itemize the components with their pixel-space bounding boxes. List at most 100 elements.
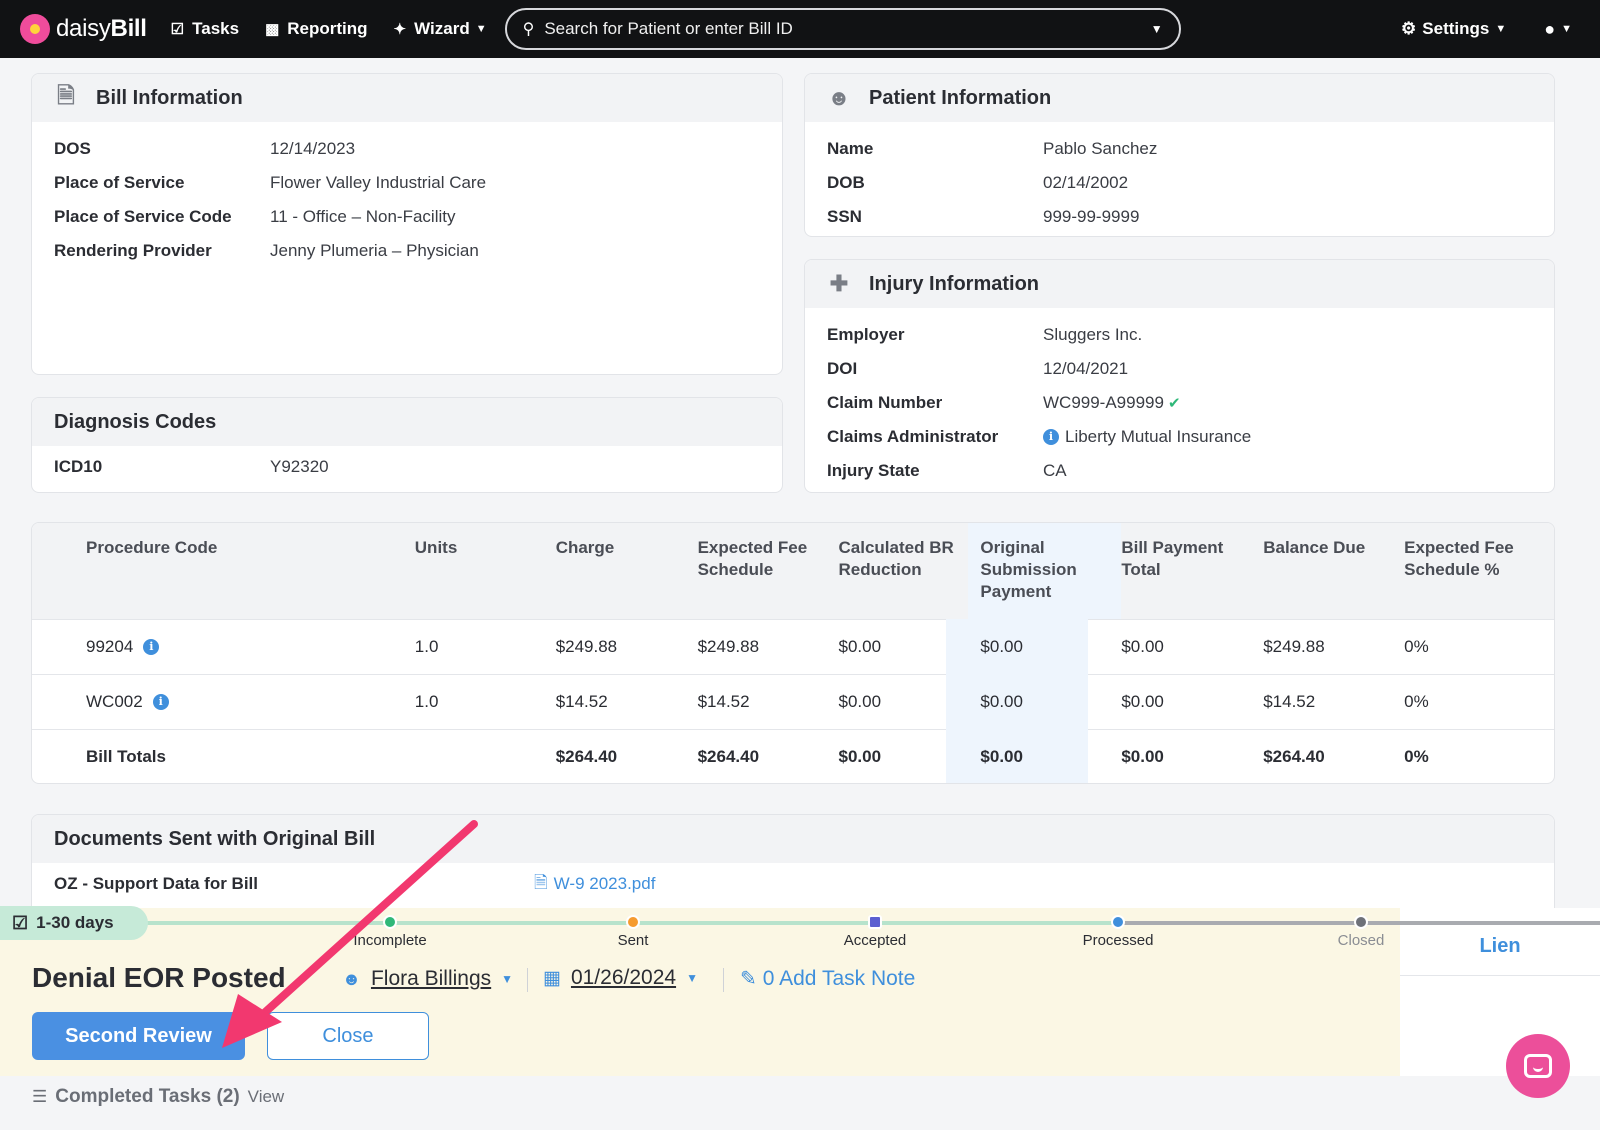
bill-information-panel: 🗎 Bill Information DOS 12/14/2023 Place o…	[31, 73, 783, 375]
bar-chart-icon: ▩	[265, 21, 280, 38]
column-header: Expected Fee Schedule	[697, 538, 808, 579]
calendar-icon: ▦	[543, 967, 561, 989]
procedure-table: Procedure Code Units Charge Expected Fee…	[31, 522, 1555, 784]
dollar-document-icon: 🗎	[57, 83, 75, 108]
doctor-icon: ☻	[827, 85, 851, 110]
bill-info-row: Place of Service Code 11 - Office – Non-F…	[54, 207, 456, 226]
step-label: Sent	[617, 932, 649, 949]
bandage-icon: ✚	[829, 271, 849, 296]
patient-information-panel: ☻ Patient Information Name Pablo Sanchez …	[804, 73, 1555, 237]
assignee-select[interactable]: ☻ Flora Billings ▼	[342, 967, 513, 991]
pdf-file-icon: 🗎	[534, 872, 548, 892]
search-placeholder: Search for Patient or enter Bill ID	[544, 19, 793, 38]
injury-information-panel: ✚ Injury Information Employer Sluggers In…	[804, 259, 1555, 493]
due-date-select[interactable]: ▦ 01/26/2024 ▼	[543, 966, 698, 990]
search-icon: ⚲	[522, 21, 535, 38]
list-icon: ☰	[32, 1087, 48, 1106]
step-label: Accepted	[843, 932, 907, 949]
documents-title: Documents Sent with Original Bill	[54, 827, 376, 850]
procedure-code: 99204	[86, 637, 134, 656]
injury-info-row: Claims Administrator i Liberty Mutual Insu…	[827, 427, 1252, 447]
info-icon[interactable]: i	[143, 639, 160, 655]
user-menu[interactable]: ● ▼	[1544, 19, 1572, 40]
patient-info-row: Name Pablo Sanchez	[827, 139, 1158, 158]
injury-info-row: DOI 12/04/2021	[827, 359, 1129, 378]
table-header: Procedure Code Units Charge Expected Fee…	[32, 523, 1554, 619]
close-button[interactable]: Close	[267, 1012, 429, 1060]
chevron-down-icon: ▼	[686, 971, 698, 985]
column-header: Procedure Code	[86, 538, 218, 557]
step-label: Processed	[1082, 932, 1154, 949]
step-label: Incomplete	[353, 932, 427, 949]
injury-info-row: Claim Number WC999-A99999 ✔	[827, 393, 1181, 412]
column-header: Expected Fee Schedule %	[1404, 538, 1514, 579]
diagnosis-codes-title: Diagnosis Codes	[54, 410, 217, 433]
search-input[interactable]: ⚲ Search for Patient or enter Bill ID ▼	[504, 8, 1181, 50]
column-header: Balance Due	[1263, 538, 1366, 557]
chevron-down-icon: ▼	[475, 23, 487, 35]
chat-launcher[interactable]	[1506, 1034, 1570, 1098]
task-side-panel	[1400, 908, 1600, 1076]
bill-info-row: Place of Service Flower Valley Industrial…	[54, 173, 487, 192]
user-avatar-icon: ●	[1544, 18, 1556, 39]
view-completed-link[interactable]: View	[248, 1087, 285, 1107]
brand-suffix: Bill	[110, 15, 147, 42]
patient-information-title: Patient Information	[869, 86, 1052, 109]
nav-wizard[interactable]: ✦ Wizard ▼	[394, 19, 487, 39]
add-task-note-link[interactable]: ✎ 0 Add Task Note	[740, 966, 915, 991]
diagnosis-row: ICD10 Y92320	[54, 457, 329, 476]
brand-prefix: daisy	[56, 15, 111, 42]
injury-information-title: Injury Information	[869, 272, 1039, 295]
magic-wand-icon: ✦	[393, 21, 407, 38]
second-review-button[interactable]: Second Review	[32, 1012, 245, 1060]
chevron-down-icon: ▼	[1495, 23, 1507, 35]
divider	[723, 968, 724, 992]
totals-row: Bill Totals $264.40 $264.40 $0.00 $0.00 …	[32, 729, 1554, 783]
settings-menu[interactable]: ⚙ Settings ▼	[1401, 19, 1506, 39]
clipboard-check-icon: ☑	[12, 912, 29, 933]
table-row: WC002 i 1.0 $14.52 $14.52 $0.00 $0.00 $0.…	[32, 674, 1554, 729]
chat-icon	[1524, 1054, 1552, 1078]
clipboard-check-icon: ☑	[170, 21, 185, 38]
bill-information-title: Bill Information	[96, 86, 243, 109]
procedure-code: WC002	[86, 692, 143, 711]
daisy-flower-icon	[20, 14, 50, 44]
gear-icon: ⚙	[1401, 19, 1417, 38]
nav-wizard-label: Wizard	[414, 19, 470, 38]
patient-info-row: SSN 999-99-9999	[827, 207, 1140, 226]
chevron-down-icon: ▼	[1561, 23, 1572, 35]
step-closed-dot-icon	[1354, 915, 1368, 929]
claims-administrator-link[interactable]: Liberty Mutual Insurance	[1065, 427, 1251, 447]
info-icon[interactable]: i	[1043, 429, 1059, 445]
user-icon: ☻	[342, 968, 361, 989]
chevron-down-icon[interactable]: ▼	[1151, 22, 1163, 36]
step-sent-arrow-icon	[626, 915, 640, 929]
document-link[interactable]: W-9 2023.pdf	[554, 874, 656, 894]
bill-info-row: Rendering Provider Jenny Plumeria – Physi…	[54, 241, 479, 260]
nav-reporting[interactable]: ▩ Reporting	[265, 19, 367, 39]
injury-info-row: Employer Sluggers Inc.	[827, 325, 1143, 344]
completed-tasks-toggle[interactable]: ☰ Completed Tasks (2) View	[32, 1086, 284, 1108]
column-header: Original Submission Payment	[968, 523, 1122, 619]
nav-tasks-label: Tasks	[192, 19, 240, 38]
top-nav: daisyBill ☑ Tasks ▩ Reporting ✦ Wizard ▼…	[0, 0, 1600, 58]
patient-info-row: DOB 02/14/2002	[827, 173, 1129, 192]
nav-reporting-label: Reporting	[287, 19, 368, 38]
step-incomplete-check-icon	[383, 915, 397, 929]
step-label: Closed	[1337, 932, 1385, 949]
daisybill-logo[interactable]: daisyBill	[20, 14, 147, 44]
table-row: 99204 i 1.0 $249.88 $249.88 $0.00 $0.00 $…	[32, 619, 1554, 674]
injury-info-row: Injury State CA	[827, 461, 1067, 480]
diagnosis-codes-panel: Diagnosis Codes ICD10 Y92320	[31, 397, 783, 493]
divider	[527, 968, 528, 992]
task-title: Denial EOR Posted	[32, 962, 286, 993]
nav-tasks[interactable]: ☑ Tasks	[171, 19, 239, 39]
column-header: Units	[414, 538, 458, 557]
step-processed-dollar-icon	[1111, 915, 1125, 929]
days-badge: ☑ 1-30 days	[0, 906, 148, 940]
column-header: Calculated BR Reduction	[838, 538, 954, 579]
column-header: Charge	[555, 538, 615, 557]
lien-tab[interactable]: Lien	[1400, 935, 1600, 958]
info-icon[interactable]: i	[152, 694, 169, 710]
chevron-down-icon: ▼	[501, 972, 514, 986]
